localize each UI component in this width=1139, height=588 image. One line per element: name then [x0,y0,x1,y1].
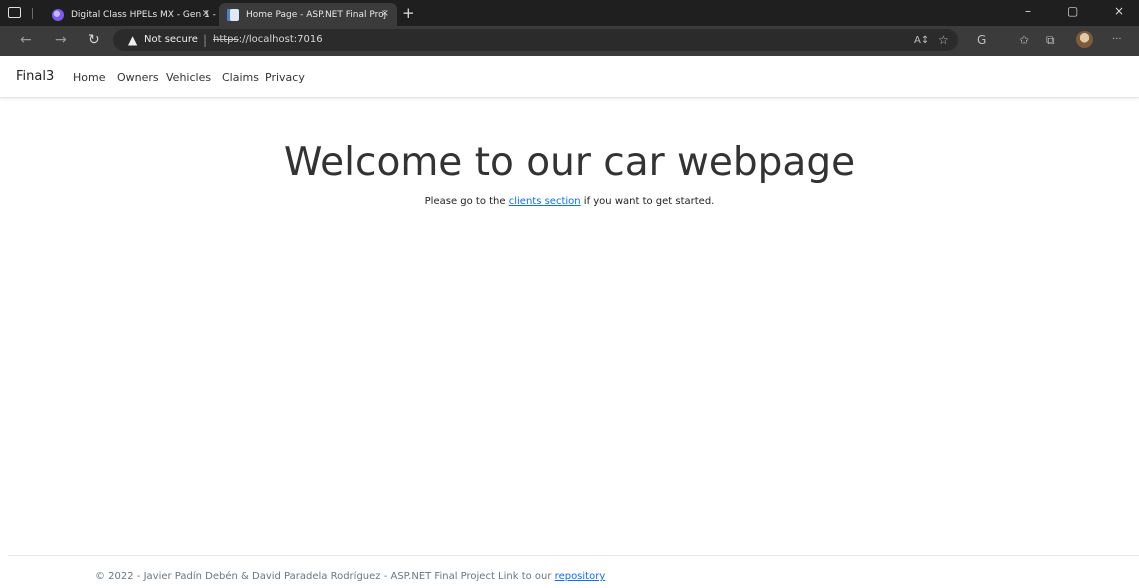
browser-tab-home-page[interactable]: Home Page - ASP.NET Final Proj × [219,3,397,26]
site-brand[interactable]: Final3 [16,69,54,84]
favorites-icon[interactable]: ✩ [1019,33,1029,47]
favorite-star-icon[interactable]: ☆ [938,33,949,47]
url-host: ://localhost:7016 [238,34,323,45]
tab-close-icon[interactable]: × [202,8,210,19]
nav-home[interactable]: Home [73,71,105,84]
copilot-icon[interactable]: G [977,33,986,47]
nav-owners[interactable]: Owners [117,71,159,84]
forward-icon[interactable]: → [55,32,67,48]
more-icon[interactable]: ··· [1112,34,1122,45]
sidebar-toggle-icon[interactable] [8,7,21,18]
new-tab-button[interactable]: + [402,3,415,23]
close-window-icon[interactable]: × [1114,4,1124,18]
profile-avatar[interactable] [1076,31,1093,48]
page-favicon-icon [227,8,239,21]
repository-link[interactable]: repository [555,571,606,582]
nav-privacy[interactable]: Privacy [265,71,305,84]
footer-divider [8,555,1139,556]
intro-before: Please go to the [424,196,509,207]
site-navbar: Final3 Home Owners Vehicles Claims Priva… [0,56,1139,98]
url-text[interactable]: https://localhost:7016 [213,34,323,45]
tab-title: Home Page - ASP.NET Final Proj [246,9,387,20]
warning-icon[interactable]: ▲ [128,33,137,47]
url-scheme: https [213,34,239,45]
tab-title: Digital Class HPELs MX - Gen 1 - [71,9,216,20]
not-secure-label[interactable]: Not secure [144,34,198,45]
intro-after: if you want to get started. [580,196,715,207]
collections-icon[interactable]: ⧉ [1046,33,1055,48]
intro-text: Please go to the clients section if you … [0,196,1139,207]
restore-icon[interactable]: ▢ [1067,4,1078,18]
tab-close-icon[interactable]: × [381,8,389,19]
refresh-icon[interactable]: ↻ [88,32,100,48]
footer-text: © 2022 - Javier Padín Debén & David Para… [95,571,555,582]
nav-vehicles[interactable]: Vehicles [166,71,211,84]
nav-claims[interactable]: Claims [222,71,259,84]
page-title: Welcome to our car webpage [283,140,856,185]
clients-section-link[interactable]: clients section [509,196,581,207]
read-aloud-icon[interactable]: A↕ [914,35,929,46]
teams-favicon-icon [52,8,64,21]
browser-tab-digital-class[interactable]: Digital Class HPELs MX - Gen 1 - × [44,3,218,26]
back-icon[interactable]: ← [20,32,32,48]
tab-separator [32,8,33,19]
minimize-icon[interactable]: – [1025,4,1031,18]
browser-tab-bar: Digital Class HPELs MX - Gen 1 - × Home … [0,0,1139,26]
address-separator: | [203,33,208,47]
footer: © 2022 - Javier Padín Debén & David Para… [95,571,605,582]
